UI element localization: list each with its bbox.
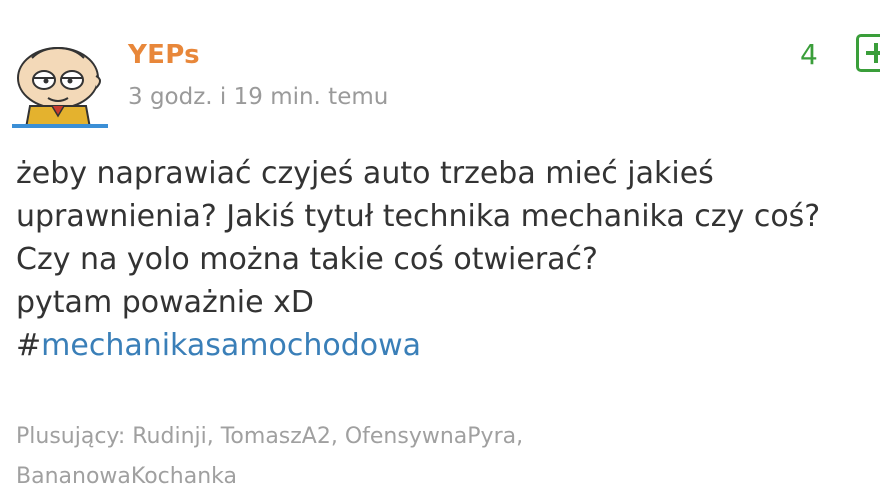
- cartoon-avatar-icon: [17, 46, 101, 128]
- post-body-line: Czy na yolo można takie coś otwierać?: [16, 242, 598, 277]
- post-timestamp[interactable]: 3 godz. i 19 min. temu: [128, 84, 388, 110]
- post-body-line: pytam poważnie xD: [16, 285, 314, 320]
- plusers-label: Plusujący:: [16, 424, 126, 449]
- hashtag-line: #mechanikasamochodowa: [16, 324, 880, 367]
- hashtag-symbol: #: [16, 328, 42, 363]
- post-body-line: uprawnienia? Jakiś tytuł technika mechan…: [16, 199, 821, 234]
- post-body-line: żeby naprawiać czyjeś auto trzeba mieć j…: [16, 156, 714, 191]
- plusers-list-continued[interactable]: BananowaKochanka: [16, 464, 237, 489]
- plus-button[interactable]: [856, 34, 880, 72]
- entry-post: YEPs 3 godz. i 19 min. temu 4 żeby napra…: [0, 0, 880, 489]
- post-body: żeby naprawiać czyjeś auto trzeba mieć j…: [16, 152, 880, 367]
- hashtag-link[interactable]: mechanikasamochodowa: [41, 328, 421, 363]
- plus-icon-vertical: [874, 43, 878, 63]
- vote-count: 4: [800, 38, 818, 71]
- avatar[interactable]: [12, 36, 108, 128]
- author-username[interactable]: YEPs: [128, 40, 200, 70]
- plusers-list: Plusujący: Rudinji, TomaszA2, OfensywnaP…: [16, 424, 523, 449]
- plusers-names[interactable]: Rudinji, TomaszA2, OfensywnaPyra,: [132, 424, 523, 449]
- avatar-underline: [12, 124, 108, 128]
